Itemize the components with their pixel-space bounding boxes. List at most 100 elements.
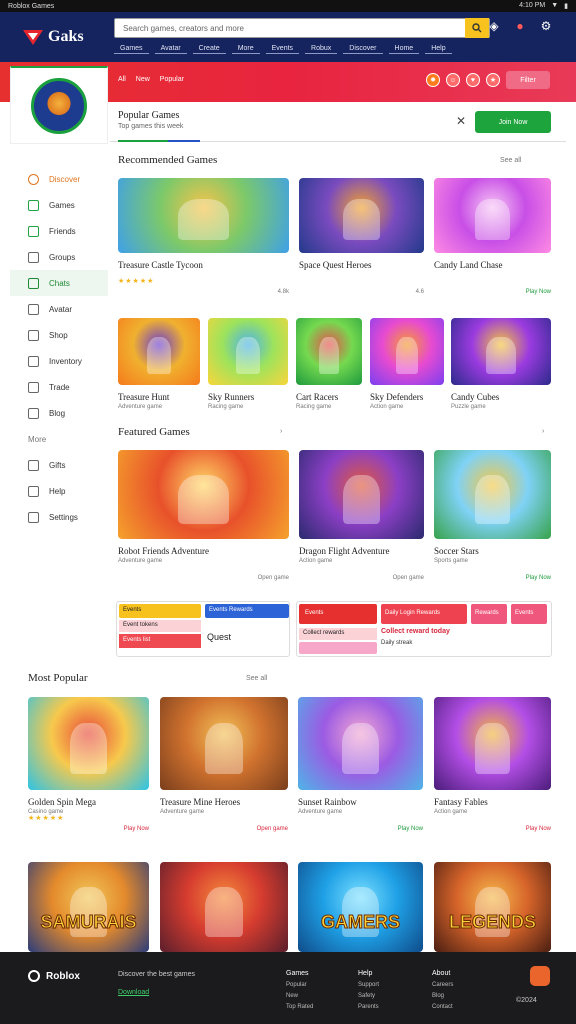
card-title[interactable]: Fantasy Fables <box>434 797 488 807</box>
card-meta[interactable]: Play Now <box>109 826 149 832</box>
card-title[interactable]: Robot Friends Adventure <box>118 546 209 556</box>
sidebar-item[interactable]: Chats <box>10 270 108 296</box>
card-meta[interactable]: Open game <box>249 575 289 581</box>
nav-link[interactable]: Create <box>192 44 226 54</box>
sidebar-item[interactable]: Discover <box>10 166 108 192</box>
card-title[interactable]: Dragon Flight Adventure <box>299 546 390 556</box>
game-thumbnail[interactable] <box>160 862 288 952</box>
sidebar-item[interactable]: Groups <box>10 244 108 270</box>
game-thumbnail[interactable] <box>28 697 149 790</box>
game-thumbnail[interactable] <box>434 178 551 253</box>
game-thumbnail[interactable] <box>298 697 423 790</box>
see-all-link[interactable]: See all <box>500 157 521 164</box>
card-meta[interactable]: Play Now <box>383 826 423 832</box>
banner-tab[interactable]: Events Rewards <box>205 604 289 618</box>
footer-link[interactable]: Safety <box>358 993 375 999</box>
nav-link[interactable]: Home <box>388 44 420 54</box>
nav-link[interactable]: Help <box>425 44 452 54</box>
search-input[interactable]: Search games, creators and more <box>114 18 490 38</box>
game-thumbnail[interactable] <box>370 318 444 385</box>
card-meta[interactable]: 4.8k <box>249 289 289 295</box>
banner-tab[interactable]: Events <box>119 604 201 618</box>
footer-link[interactable]: Careers <box>432 982 453 988</box>
banner-tab[interactable]: Events <box>299 604 377 624</box>
card-meta[interactable]: Play Now <box>511 575 551 581</box>
sidebar-item[interactable]: Games <box>10 192 108 218</box>
game-thumbnail[interactable] <box>434 450 551 539</box>
events-banner[interactable]: Events Events Rewards Event tokens Event… <box>116 601 290 657</box>
footer-link[interactable]: Top Rated <box>286 1004 313 1010</box>
sidebar-item[interactable]: Trade <box>10 374 108 400</box>
card-title[interactable]: Sky Defenders <box>370 392 423 402</box>
notification-icon[interactable]: ● <box>512 18 528 34</box>
game-thumbnail[interactable] <box>160 697 288 790</box>
game-thumbnail[interactable] <box>208 318 288 385</box>
card-title[interactable]: Treasure Hunt <box>118 392 169 402</box>
close-icon[interactable]: ✕ <box>456 114 466 128</box>
rewards-banner[interactable]: Events Daily Login Rewards Rewards Event… <box>296 601 552 657</box>
chevron-right-icon[interactable]: › <box>280 428 282 435</box>
footer-link[interactable]: Popular <box>286 982 307 988</box>
card-title[interactable]: Soccer Stars <box>434 546 479 556</box>
footer-download-link[interactable]: Download <box>118 989 149 996</box>
card-title[interactable]: Treasure Castle Tycoon <box>118 260 203 270</box>
brand-logo[interactable]: Gaks <box>22 28 84 46</box>
game-thumbnail[interactable] <box>451 318 551 385</box>
sidebar-item[interactable]: Gifts <box>10 452 108 478</box>
game-thumbnail[interactable]: GAMERS <box>298 862 423 952</box>
footer-link[interactable]: Blog <box>432 993 444 999</box>
sidebar-item[interactable]: Help <box>10 478 108 504</box>
category-tab[interactable]: Popular <box>160 76 184 83</box>
join-button[interactable]: Join Now <box>475 111 551 133</box>
nav-link[interactable]: Events <box>265 44 300 54</box>
card-title[interactable]: Cart Racers <box>296 392 338 402</box>
card-meta[interactable]: Play Now <box>511 289 551 295</box>
smile-icon[interactable]: ☺ <box>446 73 460 87</box>
settings-icon[interactable]: ⚙ <box>538 18 554 34</box>
profile-card[interactable] <box>10 66 108 144</box>
game-thumbnail[interactable] <box>118 178 289 253</box>
fire-icon[interactable]: ✹ <box>426 73 440 87</box>
chevron-right-icon[interactable]: › <box>542 428 544 435</box>
banner-tab[interactable]: Events <box>511 604 547 624</box>
robux-icon[interactable]: ◈ <box>486 18 502 34</box>
sidebar-item[interactable]: Friends <box>10 218 108 244</box>
sidebar-item[interactable]: Blog <box>10 400 108 426</box>
card-title[interactable]: Treasure Mine Heroes <box>160 797 240 807</box>
sidebar-item[interactable]: Settings <box>10 504 108 530</box>
category-tab[interactable]: All <box>118 76 126 83</box>
heart-icon[interactable]: ♥ <box>466 73 480 87</box>
category-tab[interactable]: New <box>136 76 150 83</box>
banner-tab[interactable]: Rewards <box>471 604 507 624</box>
sidebar-item[interactable]: Inventory <box>10 348 108 374</box>
banner-tab[interactable]: Daily Login Rewards <box>381 604 467 624</box>
card-meta[interactable]: Open game <box>384 575 424 581</box>
see-all-link[interactable]: See all <box>246 675 267 682</box>
app-badge-icon[interactable] <box>530 966 550 986</box>
sidebar-item[interactable]: Shop <box>10 322 108 348</box>
star-icon[interactable]: ★ <box>486 73 500 87</box>
game-thumbnail[interactable] <box>299 178 424 253</box>
filter-button[interactable]: Filter <box>506 71 550 89</box>
sidebar-item[interactable]: Avatar <box>10 296 108 322</box>
footer-brand[interactable]: Roblox <box>28 970 80 982</box>
card-title[interactable]: Golden Spin Mega <box>28 797 96 807</box>
nav-link[interactable]: Robux <box>305 44 338 54</box>
sidebar-item[interactable]: More <box>10 426 108 452</box>
game-thumbnail[interactable]: SAMURAIS <box>28 862 149 952</box>
nav-link[interactable]: More <box>231 44 260 54</box>
card-title[interactable]: Space Quest Heroes <box>299 260 371 270</box>
card-meta[interactable]: 4.6 <box>384 289 424 295</box>
card-meta[interactable]: Play Now <box>511 826 551 832</box>
footer-link[interactable]: Support <box>358 982 379 988</box>
game-thumbnail[interactable] <box>434 697 551 790</box>
nav-link[interactable]: Games <box>114 44 149 54</box>
game-thumbnail[interactable]: LEGENDS <box>434 862 551 952</box>
game-thumbnail[interactable] <box>118 318 200 385</box>
nav-link[interactable]: Discover <box>343 44 383 54</box>
game-thumbnail[interactable] <box>296 318 362 385</box>
card-title[interactable]: Sky Runners <box>208 392 254 402</box>
nav-link[interactable]: Avatar <box>154 44 187 54</box>
footer-link[interactable]: Parents <box>358 1004 379 1010</box>
avatar[interactable] <box>31 77 87 134</box>
